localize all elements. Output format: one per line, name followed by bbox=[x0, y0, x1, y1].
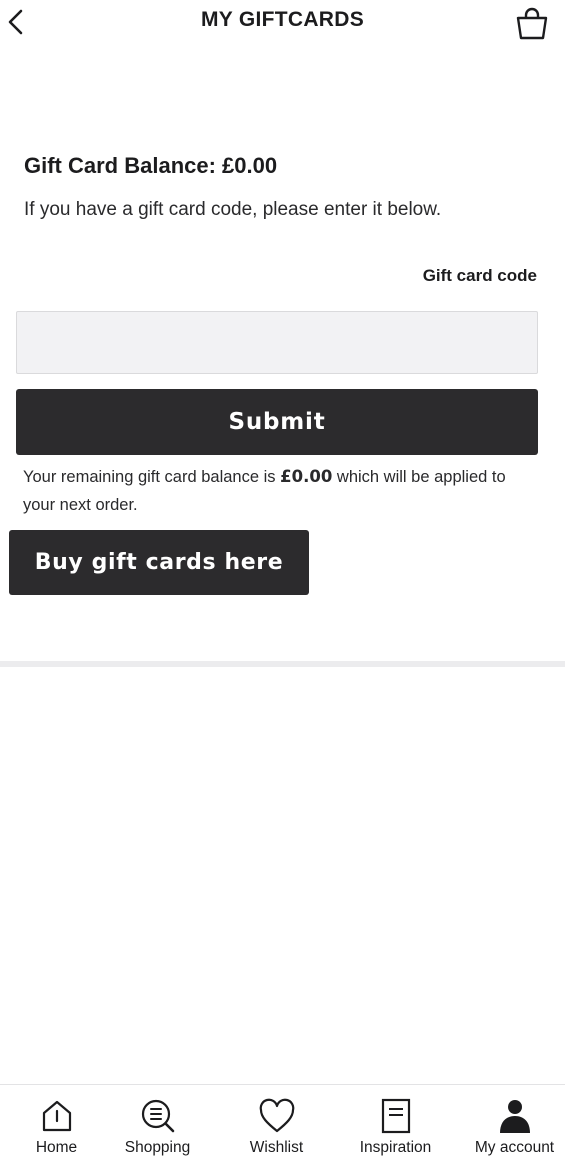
remaining-prefix: Your remaining gift card balance is bbox=[23, 468, 281, 486]
balance-heading: Gift Card Balance: £0.00 bbox=[24, 153, 278, 178]
tab-my-account[interactable]: My account bbox=[458, 1085, 565, 1170]
remaining-balance-text: Your remaining gift card balance is £0.0… bbox=[23, 463, 523, 519]
tab-label: Wishlist bbox=[249, 1139, 304, 1156]
gift-card-code-input[interactable] bbox=[16, 311, 538, 374]
tab-label: Inspiration bbox=[359, 1139, 432, 1156]
document-icon bbox=[381, 1098, 410, 1134]
shopping-search-icon bbox=[141, 1099, 174, 1133]
gift-card-code-label: Gift card code bbox=[422, 266, 537, 285]
tab-home[interactable]: Home bbox=[0, 1085, 113, 1170]
home-icon bbox=[42, 1100, 71, 1132]
heart-icon bbox=[259, 1098, 294, 1133]
section-divider bbox=[0, 661, 565, 667]
shopping-bag-button[interactable] bbox=[513, 4, 551, 42]
tab-label: Shopping bbox=[124, 1139, 191, 1156]
shopping-bag-icon bbox=[516, 7, 548, 40]
submit-button[interactable]: Submit bbox=[16, 389, 538, 455]
tab-inspiration[interactable]: Inspiration bbox=[339, 1085, 452, 1170]
person-icon bbox=[499, 1100, 530, 1133]
remaining-amount: £0.00 bbox=[280, 467, 333, 486]
tab-label: My account bbox=[474, 1139, 555, 1156]
tab-label: Home bbox=[35, 1139, 78, 1156]
tab-shopping[interactable]: Shopping bbox=[101, 1085, 214, 1170]
bottom-tab-bar: Home Shopping Wishlist Inspiration My ac… bbox=[0, 1084, 565, 1169]
app-header: MY GIFTCARDS bbox=[0, 0, 565, 44]
intro-text: If you have a gift card code, please ent… bbox=[24, 199, 442, 220]
tab-wishlist[interactable]: Wishlist bbox=[220, 1085, 333, 1170]
buy-gift-cards-button[interactable]: Buy gift cards here bbox=[9, 530, 309, 595]
page-title: MY GIFTCARDS bbox=[200, 8, 365, 31]
